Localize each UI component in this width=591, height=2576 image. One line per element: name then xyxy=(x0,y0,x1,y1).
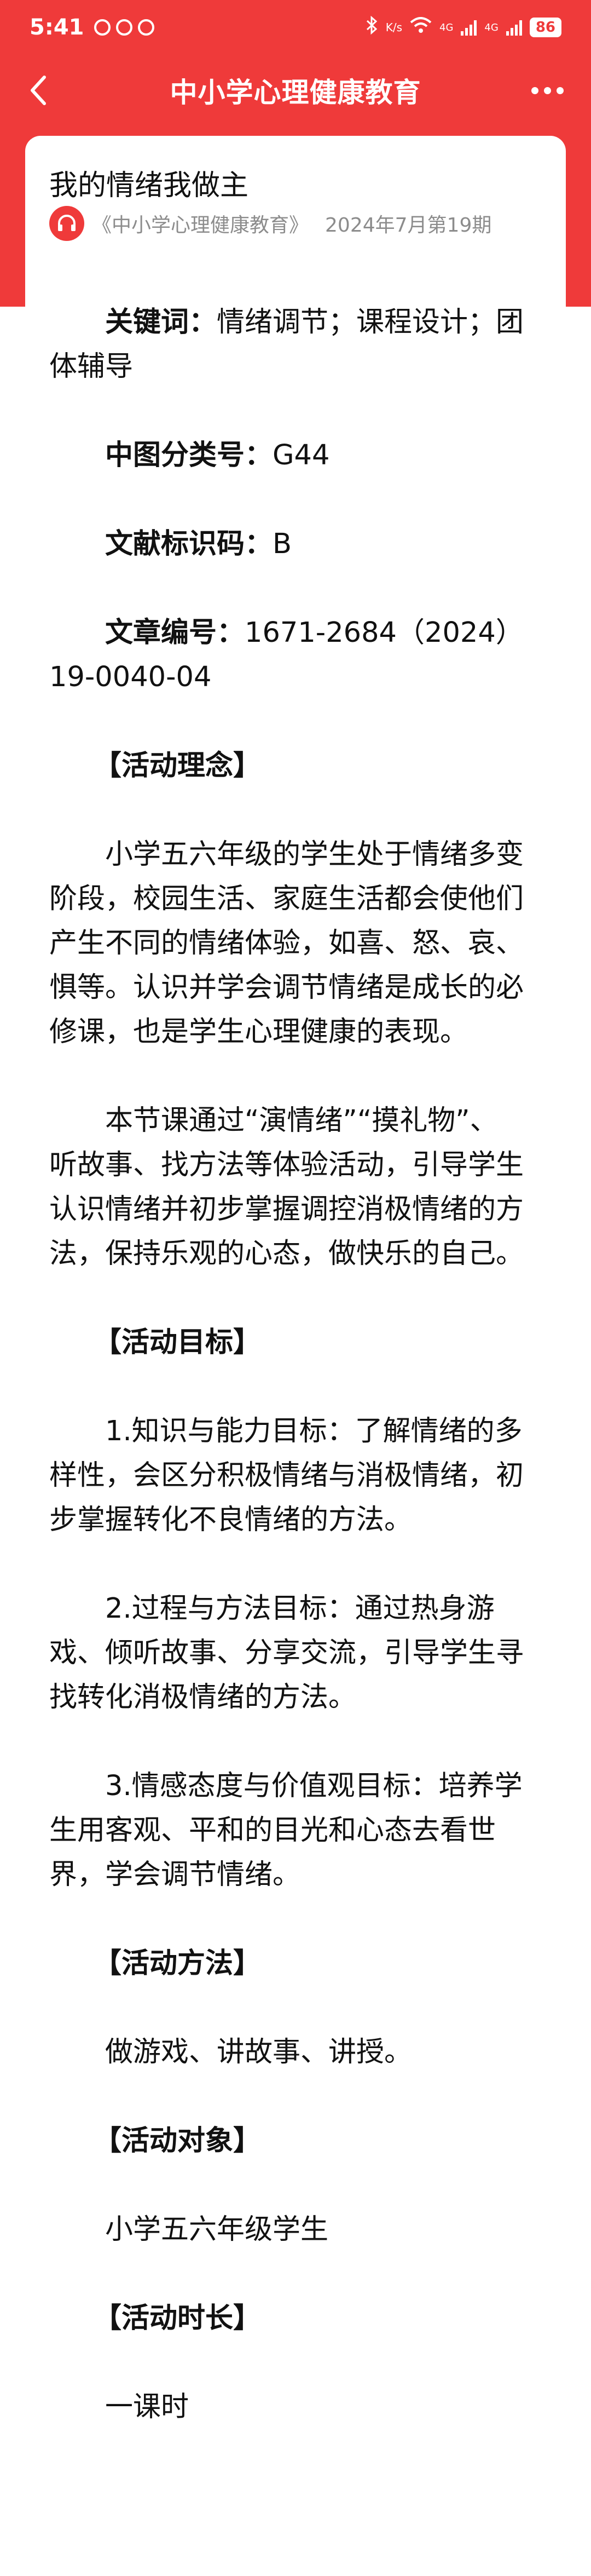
status-indicators: K/s 4G 4G 86 xyxy=(366,15,561,39)
paragraph: 小学五六年级学生 xyxy=(105,2213,329,2246)
paragraph: 2.过程与方法目标：通过热身游戏、倾听故事、分享交流，引导学生寻找转化消极情绪的… xyxy=(49,1592,524,1714)
paragraph: 一课时 xyxy=(105,2391,189,2423)
meta-document-code: 文献标识码：B xyxy=(105,528,292,560)
more-dots-icon[interactable] xyxy=(525,77,569,104)
paragraph: 本节课通过“演情绪”“摸礼物”、听故事、找方法等体验活动，引导学生认识情绪并初步… xyxy=(49,1105,524,1270)
meta-article-number: 文章编号：1671-2684（2024）19-0040-04 xyxy=(49,617,524,693)
meta-keywords: 关键词：情绪调节；课程设计；团体辅导 xyxy=(49,306,524,383)
chevron-left-icon[interactable] xyxy=(22,74,55,107)
section-heading: 【活动对象】 xyxy=(94,2125,262,2157)
headphone-icon[interactable] xyxy=(49,206,84,241)
article-content: 关键词：情绪调节；课程设计；团体辅导 中图分类号：G44 文献标识码：B 文章编… xyxy=(25,300,548,2474)
notification-icons xyxy=(94,19,154,36)
section-heading: 【活动方法】 xyxy=(94,1947,262,1980)
paragraph: 3.情感态度与价值观目标：培养学生用客观、平和的目光和心态去看世界，学会调节情绪… xyxy=(49,1770,523,1891)
app-notification-icon xyxy=(94,19,111,36)
meta-classification: 中图分类号：G44 xyxy=(105,439,330,472)
article-issue: 2024年7月第19期 xyxy=(325,214,492,237)
article-source[interactable]: 《中小学心理健康教育》 xyxy=(92,209,309,238)
status-time: 5:41 xyxy=(30,15,84,40)
battery-indicator: 86 xyxy=(529,18,561,37)
nav-title: 中小学心理健康教育 xyxy=(170,77,421,108)
network-speed: K/s xyxy=(385,21,402,34)
section-heading: 【活动理念】 xyxy=(94,750,262,782)
paragraph: 做游戏、讲故事、讲授。 xyxy=(105,2036,413,2068)
section-heading: 【活动目标】 xyxy=(94,1326,262,1359)
article-title: 我的情绪我做主 xyxy=(49,169,249,202)
signal-icon xyxy=(461,19,477,36)
navigation-bar: 中小学心理健康教育 xyxy=(0,55,591,126)
paragraph: 小学五六年级的学生处于情绪多变阶段，校园生活、家庭生活都会使他们产生不同的情绪体… xyxy=(49,838,524,1048)
bluetooth-icon xyxy=(366,15,378,39)
app-notification-icon xyxy=(115,19,132,36)
section-heading: 【活动时长】 xyxy=(94,2302,262,2334)
article-source-row[interactable]: 《中小学心理健康教育》 2024年7月第19期 xyxy=(49,206,491,241)
wifi-icon xyxy=(410,17,432,38)
signal-label-2: 4G xyxy=(484,21,499,33)
paragraph: 1.知识与能力目标：了解情绪的多样性，会区分积极情绪与消极情绪，初步掌握转化不良… xyxy=(49,1415,524,1536)
alarm-icon xyxy=(137,19,154,36)
signal-label-1: 4G xyxy=(439,21,454,33)
signal-icon xyxy=(506,19,522,36)
status-bar: 5:41 K/s 4G 4G 86 xyxy=(0,0,591,55)
